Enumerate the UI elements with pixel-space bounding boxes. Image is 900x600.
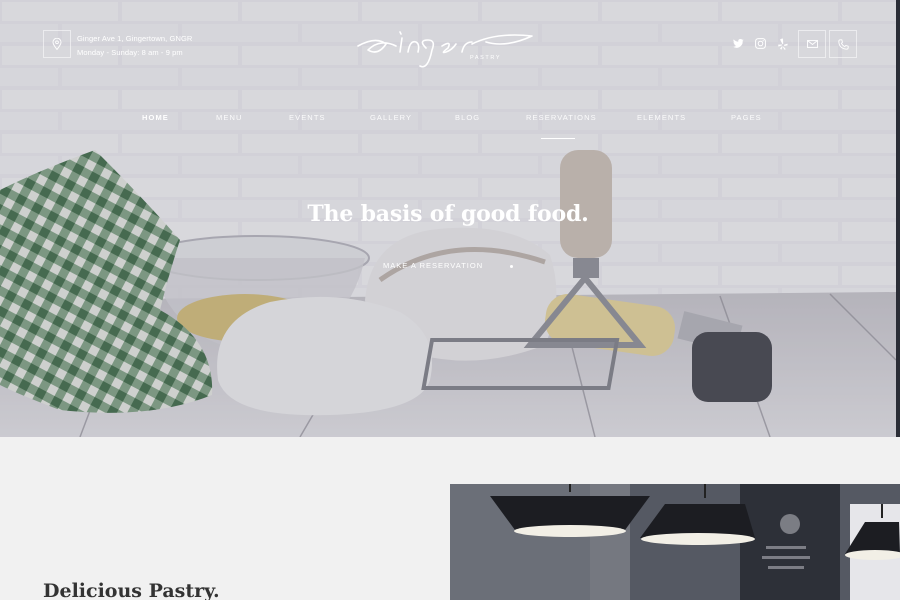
hero-section: Ginger Ave 1, Gingertown, GNGR Monday - … — [0, 0, 896, 437]
instagram-icon — [755, 38, 766, 49]
mail-button[interactable] — [798, 30, 826, 58]
hero-headline: The basis of good food. — [307, 201, 589, 227]
address-text: Ginger Ave 1, Gingertown, GNGR — [77, 34, 193, 43]
phone-button[interactable] — [829, 30, 857, 58]
nav-item-menu[interactable]: MENU — [216, 113, 242, 122]
make-reservation-button[interactable]: MAKE A RESERVATION — [383, 261, 483, 270]
nav-item-events[interactable]: EVENTS — [289, 113, 326, 122]
yelp-icon — [777, 38, 788, 50]
twitter-icon — [733, 39, 744, 48]
phone-icon — [837, 38, 849, 50]
nav-item-home[interactable]: HOME — [142, 113, 169, 122]
opening-hours-text: Monday - Sunday: 8 am - 9 pm — [77, 48, 183, 57]
cta-dot — [510, 265, 513, 268]
contact-info: Ginger Ave 1, Gingertown, GNGR Monday - … — [77, 32, 192, 60]
nav-item-blog[interactable]: BLOG — [455, 113, 480, 122]
mail-icon — [806, 40, 818, 48]
nav-item-elements[interactable]: ELEMENTS — [637, 113, 686, 122]
nav-item-pages[interactable]: PAGES — [731, 113, 762, 122]
yelp-link[interactable] — [775, 36, 790, 51]
nav-item-gallery[interactable]: GALLERY — [370, 113, 412, 122]
nav-active-indicator — [541, 138, 575, 139]
instagram-link[interactable] — [753, 36, 768, 51]
site-logo[interactable] — [356, 26, 538, 76]
restaurant-photo — [450, 484, 900, 600]
location-button[interactable] — [43, 30, 71, 58]
twitter-link[interactable] — [731, 36, 746, 51]
restaurant-interior-image — [450, 484, 900, 600]
section-title: Delicious Pastry. — [43, 580, 220, 600]
scrollbar[interactable] — [896, 0, 900, 437]
nav-item-reservations[interactable]: RESERVATIONS — [526, 113, 597, 122]
logo-subtitle: PASTRY — [470, 55, 502, 61]
location-pin-icon — [52, 38, 62, 50]
social-links — [731, 36, 790, 51]
